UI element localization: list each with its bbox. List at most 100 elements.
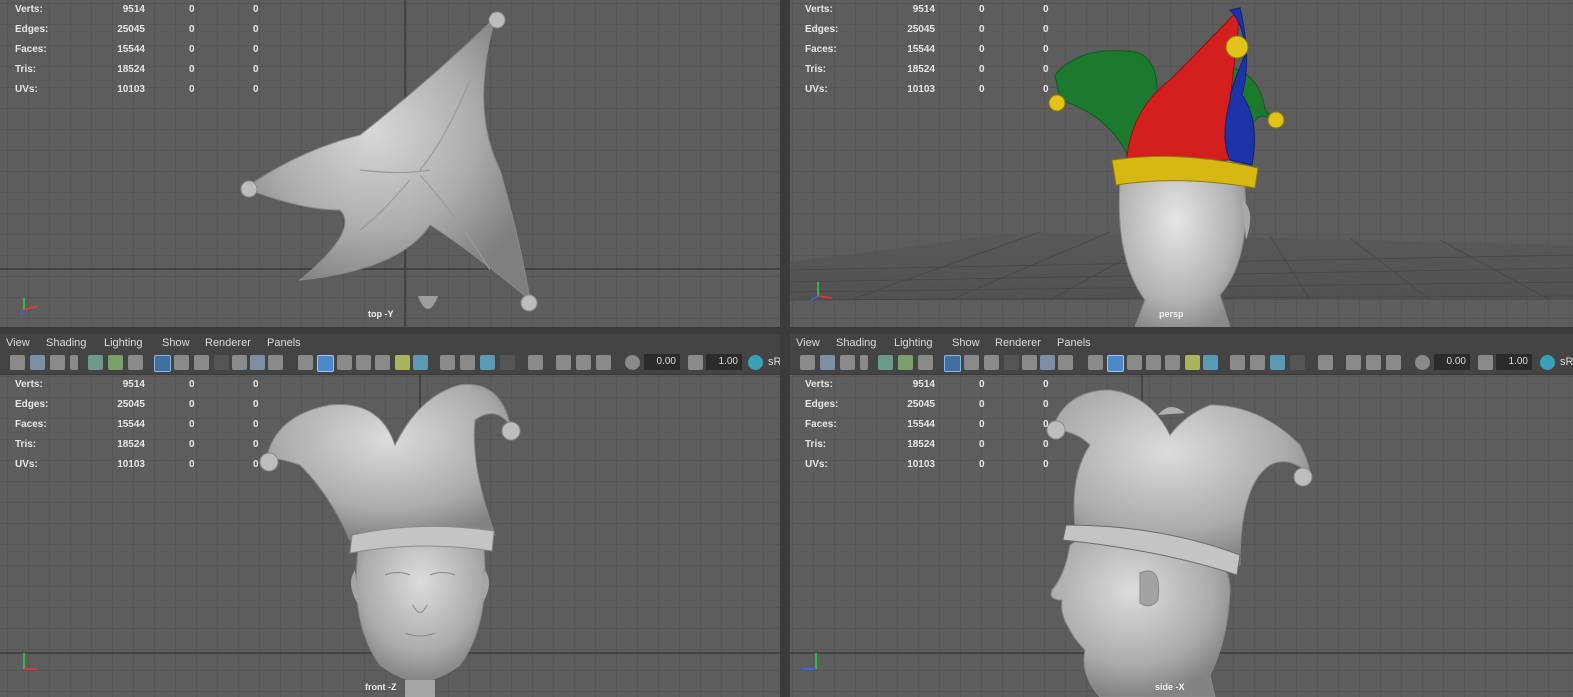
hud-row-tris: Tris: 18524 0 0 [805, 439, 1049, 450]
motion-blur-icon[interactable] [1230, 355, 1245, 370]
resolution-gate-icon[interactable] [194, 355, 209, 370]
safe-action-icon[interactable] [1040, 355, 1055, 370]
shadows-icon[interactable] [395, 355, 410, 370]
wireframe-on-shaded-icon[interactable] [1127, 355, 1142, 370]
ambient-occlusion-icon[interactable] [1203, 355, 1218, 370]
menu-show[interactable]: Show [162, 337, 190, 349]
wireframe-on-shaded-icon[interactable] [337, 355, 352, 370]
color-management-icon[interactable] [1540, 355, 1555, 370]
panel-divider-horizontal[interactable] [0, 327, 1573, 334]
menu-panels[interactable]: Panels [1057, 337, 1091, 349]
viewport-front[interactable]: Verts: 9514 0 0 Edges: 25045 0 0 Faces: 15544 0 0… [0, 375, 780, 697]
bookmark-icon[interactable] [840, 355, 855, 370]
xray-icon[interactable] [500, 355, 515, 370]
safe-title-icon[interactable] [1058, 355, 1073, 370]
camera-attributes-icon[interactable] [820, 355, 835, 370]
menu-renderer[interactable]: Renderer [205, 337, 251, 349]
gamma-icon[interactable] [688, 355, 703, 370]
hud-row-edges: Edges: 25045 0 0 [15, 24, 259, 35]
exposure-field[interactable]: 0.00 [1434, 354, 1470, 370]
xray-icon[interactable] [1290, 355, 1305, 370]
textured-icon[interactable] [1146, 355, 1161, 370]
gamma-field[interactable]: 1.00 [1496, 354, 1532, 370]
panel-menubar: View Shading Lighting Show Renderer Pane… [0, 334, 780, 354]
menu-show[interactable]: Show [952, 337, 980, 349]
xray-joints-icon[interactable] [1346, 355, 1361, 370]
menu-view[interactable]: View [796, 337, 820, 349]
menu-panels[interactable]: Panels [267, 337, 301, 349]
exposure-field[interactable]: 0.00 [644, 354, 680, 370]
anti-aliasing-icon[interactable] [460, 355, 475, 370]
image-plane-icon[interactable] [860, 355, 868, 370]
xray-active-icon[interactable] [1366, 355, 1381, 370]
textured-icon[interactable] [356, 355, 371, 370]
panel-menubar: View Shading Lighting Show Renderer Pane… [790, 334, 1573, 354]
gate-mask-icon[interactable] [1004, 355, 1019, 370]
backface-culling-icon[interactable] [1386, 355, 1401, 370]
motion-blur-icon[interactable] [440, 355, 455, 370]
hud-row-edges: Edges: 25045 0 0 [15, 399, 259, 410]
camera-attributes-icon[interactable] [30, 355, 45, 370]
depth-of-field-icon[interactable] [480, 355, 495, 370]
panel-divider-vertical[interactable] [780, 0, 790, 697]
gamma-field[interactable]: 1.00 [706, 354, 742, 370]
film-gate-icon[interactable] [964, 355, 979, 370]
wireframe-icon[interactable] [1088, 355, 1103, 370]
wireframe-icon[interactable] [298, 355, 313, 370]
grease-pencil-icon[interactable] [88, 355, 103, 370]
snap-icon[interactable] [128, 355, 143, 370]
viewport-top[interactable]: Verts: 9514 0 0 Edges: 25045 0 0 Faces: 15544 0 0… [0, 0, 780, 327]
ambient-occlusion-icon[interactable] [413, 355, 428, 370]
field-chart-icon[interactable] [1022, 355, 1037, 370]
xray-active-icon[interactable] [576, 355, 591, 370]
xray-joints-icon[interactable] [556, 355, 571, 370]
hud-row-edges: Edges: 25045 0 0 [805, 399, 1049, 410]
depth-of-field-icon[interactable] [1270, 355, 1285, 370]
2d-pan-zoom-icon[interactable] [108, 355, 123, 370]
menu-renderer[interactable]: Renderer [995, 337, 1041, 349]
hud-row-verts: Verts: 9514 0 0 [15, 379, 259, 390]
exposure-icon[interactable] [1415, 355, 1430, 370]
viewport-persp[interactable]: Verts: 9514 0 0 Edges: 25045 0 0 Faces: 15544 0 0… [790, 0, 1573, 327]
field-chart-icon[interactable] [232, 355, 247, 370]
viewport-side[interactable]: Verts: 9514 0 0 Edges: 25045 0 0 Faces: 15544 0 0… [790, 375, 1573, 697]
panel-toolbar: 0.00 1.00 sR [790, 352, 1573, 375]
image-plane-icon[interactable] [70, 355, 78, 370]
grid-icon[interactable] [154, 355, 171, 372]
gate-mask-icon[interactable] [214, 355, 229, 370]
menu-lighting[interactable]: Lighting [894, 337, 933, 349]
view-transform-label[interactable]: sR [1560, 356, 1573, 368]
camera-icon[interactable] [800, 355, 815, 370]
safe-action-icon[interactable] [250, 355, 265, 370]
camera-icon[interactable] [10, 355, 25, 370]
snap-icon[interactable] [918, 355, 933, 370]
anti-aliasing-icon[interactable] [1250, 355, 1265, 370]
shadows-icon[interactable] [1185, 355, 1200, 370]
bookmark-icon[interactable] [50, 355, 65, 370]
exposure-icon[interactable] [625, 355, 640, 370]
hud-row-tris: Tris: 18524 0 0 [805, 64, 1049, 75]
film-gate-icon[interactable] [174, 355, 189, 370]
lighting-icon[interactable] [1165, 355, 1180, 370]
resolution-gate-icon[interactable] [984, 355, 999, 370]
axis-gizmo-icon [20, 298, 39, 316]
backface-culling-icon[interactable] [596, 355, 611, 370]
menu-shading[interactable]: Shading [836, 337, 876, 349]
gamma-icon[interactable] [1478, 355, 1493, 370]
smooth-shade-icon[interactable] [1107, 355, 1124, 372]
menu-shading[interactable]: Shading [46, 337, 86, 349]
hud-row-tris: Tris: 18524 0 0 [15, 64, 259, 75]
menu-lighting[interactable]: Lighting [104, 337, 143, 349]
safe-title-icon[interactable] [268, 355, 283, 370]
color-management-icon[interactable] [748, 355, 763, 370]
hud-row-uvs: UVs: 10103 0 0 [15, 84, 259, 95]
lighting-icon[interactable] [375, 355, 390, 370]
axis-gizmo-icon [23, 653, 38, 670]
2d-pan-zoom-icon[interactable] [898, 355, 913, 370]
isolate-select-icon[interactable] [1318, 355, 1333, 370]
grease-pencil-icon[interactable] [878, 355, 893, 370]
grid-icon[interactable] [944, 355, 961, 372]
isolate-select-icon[interactable] [528, 355, 543, 370]
smooth-shade-icon[interactable] [317, 355, 334, 372]
menu-view[interactable]: View [6, 337, 30, 349]
